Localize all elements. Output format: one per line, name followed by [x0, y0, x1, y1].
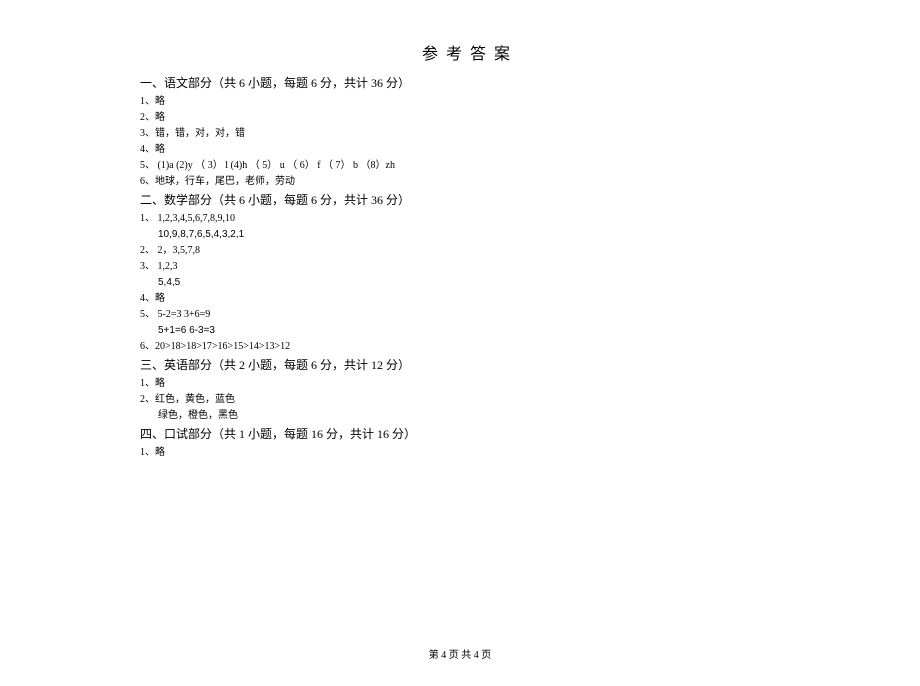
answer-content: 一、语文部分（共 6 小题，每题 6 分，共计 36 分）1、略2、略3、错，错…	[140, 74, 800, 460]
answer-line: 3、 1,2,3	[140, 259, 800, 274]
answer-line: 1、略	[140, 94, 800, 109]
answer-line: 1、 1,2,3,4,5,6,7,8,9,10	[140, 211, 800, 226]
answer-line: 6、20>18>18>17>16>15>14>13>12	[140, 339, 800, 354]
answer-line: 1、略	[140, 376, 800, 391]
section-header: 三、英语部分（共 2 小题，每题 6 分，共计 12 分）	[140, 356, 800, 374]
section-header: 二、数学部分（共 6 小题，每题 6 分，共计 36 分）	[140, 191, 800, 209]
answer-line: 4、略	[140, 291, 800, 306]
answer-line: 10,9,8,7,6,5,4,3,2,1	[158, 227, 800, 242]
answer-line: 1、略	[140, 445, 800, 460]
answer-line: 5,4,5	[158, 275, 800, 290]
answer-line: 6、地球，行车，尾巴，老师，劳动	[140, 174, 800, 189]
answer-line: 5、 (1)a (2)y （ 3） l (4)h （ 5） u （ 6） f （…	[140, 158, 800, 173]
answer-line: 绿色，橙色，黑色	[158, 408, 800, 423]
section-header: 四、口试部分（共 1 小题，每题 16 分，共计 16 分）	[140, 425, 800, 443]
answer-line: 4、略	[140, 142, 800, 157]
page-title: 参考答案	[140, 40, 800, 64]
answer-line: 2、红色，黄色，蓝色	[140, 392, 800, 407]
answer-line: 3、错，错，对，对，错	[140, 126, 800, 141]
answer-line: 2、略	[140, 110, 800, 125]
section-header: 一、语文部分（共 6 小题，每题 6 分，共计 36 分）	[140, 74, 800, 92]
answer-line: 5、 5-2=3 3+6=9	[140, 307, 800, 322]
document-page: 参考答案 一、语文部分（共 6 小题，每题 6 分，共计 36 分）1、略2、略…	[0, 0, 920, 460]
page-footer: 第 4 页 共 4 页	[0, 646, 920, 661]
answer-line: 5+1=6 6-3=3	[158, 323, 800, 338]
answer-line: 2、 2，3,5,7,8	[140, 243, 800, 258]
